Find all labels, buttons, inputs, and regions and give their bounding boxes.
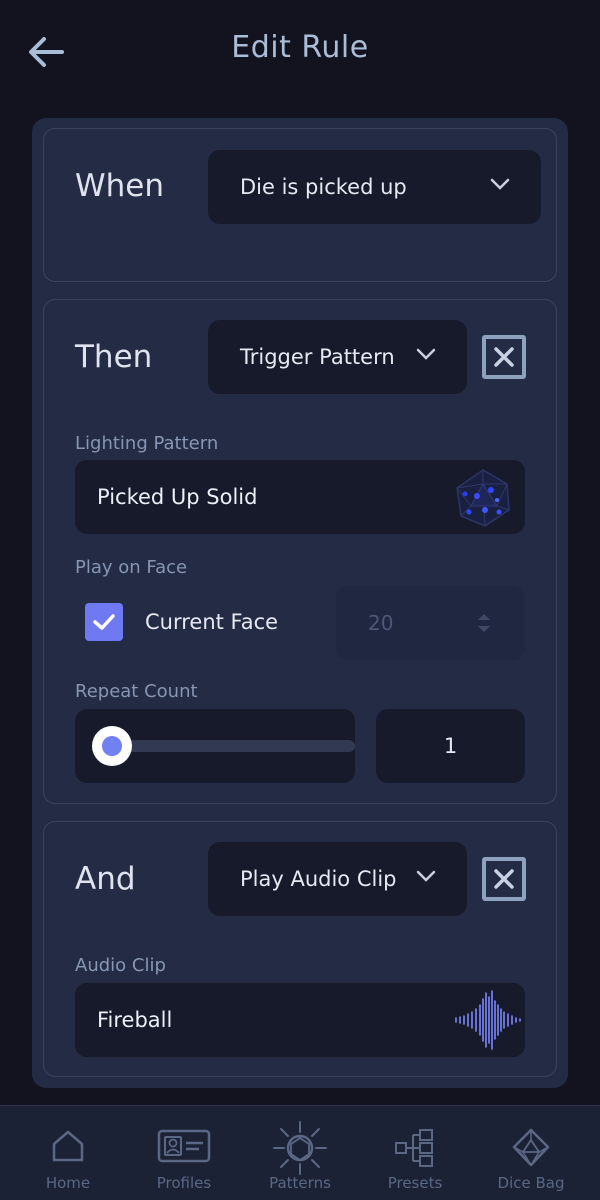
- home-icon: [52, 1130, 84, 1162]
- slider-thumb[interactable]: [92, 726, 132, 766]
- nav-dice-bag-label: Dice Bag: [497, 1174, 565, 1192]
- up-down-arrows-icon: [478, 614, 490, 632]
- lighting-pattern-label: Lighting Pattern: [75, 433, 219, 454]
- close-icon: [494, 869, 514, 889]
- d20-preview-icon: [456, 469, 510, 527]
- remove-then-button[interactable]: [482, 335, 526, 379]
- nav-patterns-label: Patterns: [269, 1174, 331, 1192]
- nav-profiles[interactable]: Profiles: [124, 1106, 244, 1200]
- then-label: Then: [75, 339, 153, 375]
- audio-clip-label: Audio Clip: [75, 955, 166, 976]
- nav-presets-label: Presets: [387, 1174, 443, 1192]
- audio-clip-value: Fireball: [97, 1008, 173, 1032]
- nav-home[interactable]: Home: [8, 1106, 128, 1200]
- trigger-dropdown-value: Die is picked up: [240, 175, 407, 199]
- nav-presets[interactable]: Presets: [355, 1106, 475, 1200]
- current-face-label: Current Face: [145, 610, 279, 634]
- nav-profiles-label: Profiles: [156, 1174, 212, 1192]
- audio-clip-selector[interactable]: Fireball: [75, 983, 525, 1057]
- page-title: Edit Rule: [231, 30, 369, 65]
- then-action-dropdown[interactable]: Trigger Pattern: [208, 320, 467, 394]
- sun-pattern-icon: [273, 1121, 327, 1175]
- close-icon: [494, 347, 514, 367]
- lighting-pattern-selector[interactable]: Picked Up Solid: [75, 460, 525, 534]
- and-label: And: [75, 861, 136, 897]
- nav-home-label: Home: [45, 1174, 91, 1192]
- chevron-down-icon: [416, 870, 436, 882]
- hierarchy-icon: [395, 1129, 433, 1167]
- chevron-down-icon: [416, 348, 436, 360]
- nav-patterns[interactable]: Patterns: [240, 1106, 360, 1200]
- face-number-value: 20: [368, 611, 394, 635]
- bottom-nav: Home Profiles Patterns Presets Dice Bag: [0, 1105, 600, 1200]
- then-action-value: Trigger Pattern: [240, 345, 395, 369]
- header: Edit Rule: [0, 0, 600, 104]
- repeat-count-field[interactable]: 1: [376, 709, 525, 783]
- repeat-count-value: 1: [443, 734, 458, 758]
- play-on-face-label: Play on Face: [75, 557, 188, 578]
- current-face-checkbox[interactable]: [85, 603, 123, 641]
- and-action-value: Play Audio Clip: [240, 867, 397, 891]
- remove-and-button[interactable]: [482, 857, 526, 901]
- face-number-stepper[interactable]: 20: [336, 586, 525, 660]
- repeat-count-slider[interactable]: [75, 709, 355, 783]
- nav-dice-bag[interactable]: Dice Bag: [471, 1106, 591, 1200]
- and-action-dropdown[interactable]: Play Audio Clip: [208, 842, 467, 916]
- d20-dice-icon: [512, 1128, 550, 1167]
- chevron-down-icon: [490, 178, 510, 190]
- id-card-icon: [157, 1129, 211, 1163]
- when-label: When: [75, 168, 165, 204]
- trigger-dropdown[interactable]: Die is picked up: [208, 150, 541, 224]
- lighting-pattern-value: Picked Up Solid: [97, 485, 258, 509]
- checkmark-icon: [93, 614, 115, 630]
- slider-track: [113, 740, 355, 752]
- audio-waveform-icon: [455, 990, 521, 1050]
- repeat-count-label: Repeat Count: [75, 681, 198, 702]
